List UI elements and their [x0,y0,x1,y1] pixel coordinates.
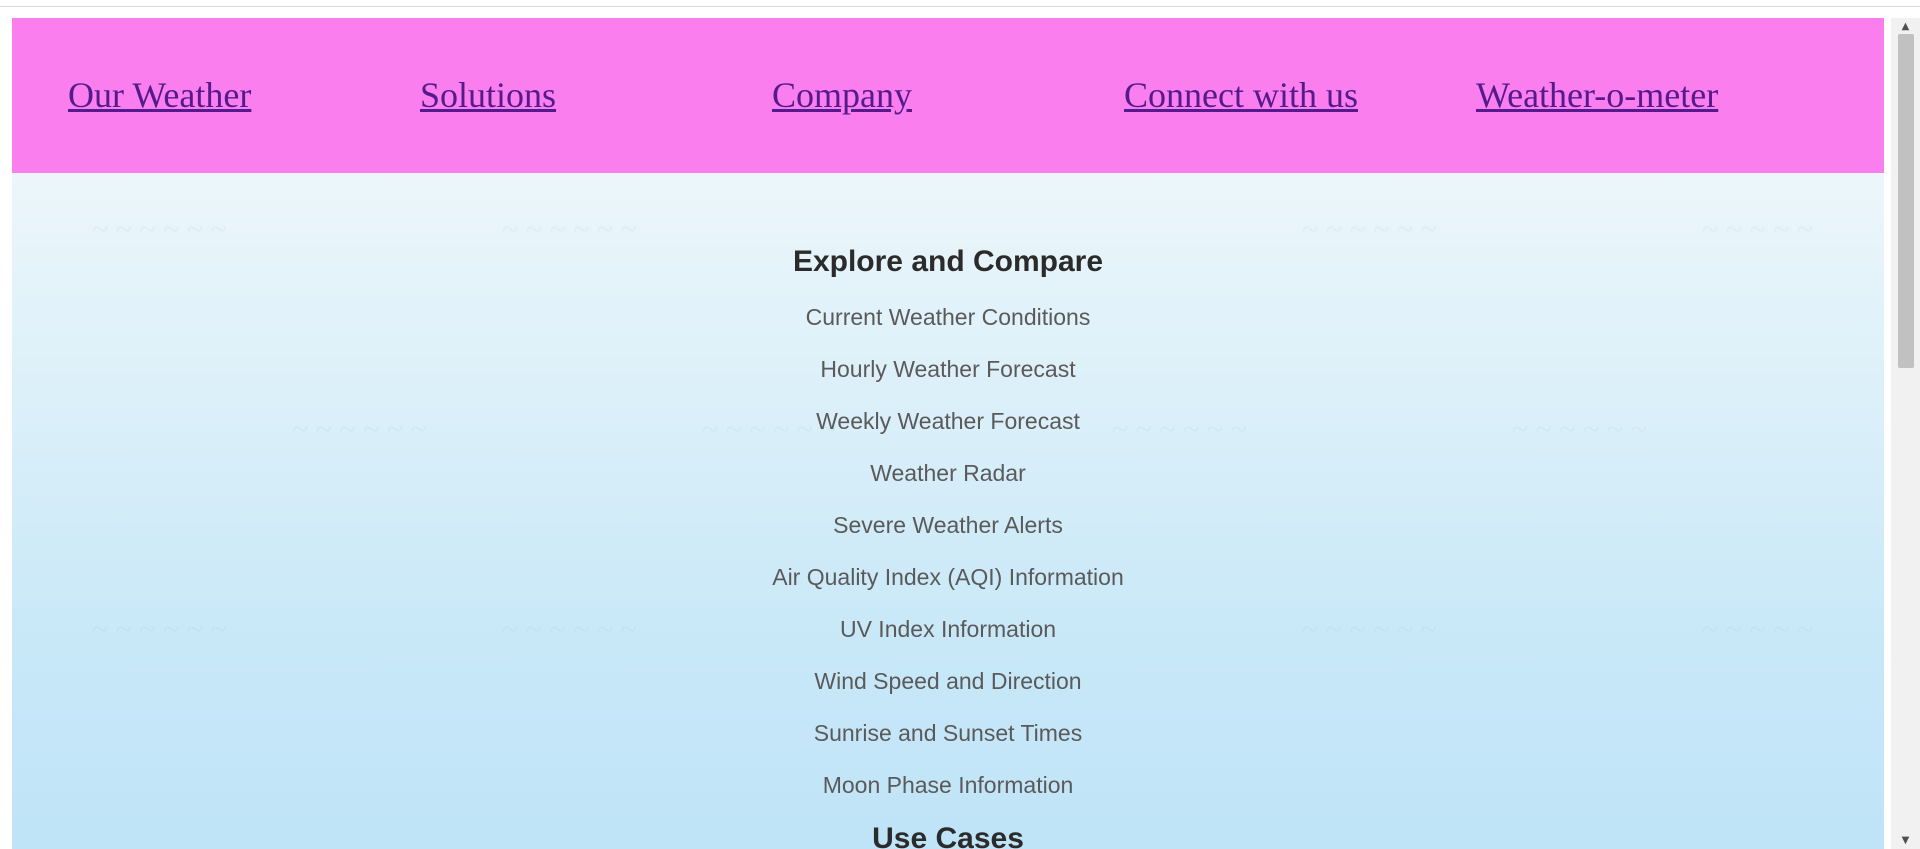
nav-link-weather-o-meter[interactable]: Weather-o-meter [1476,74,1718,116]
list-item-moon-phase-information[interactable]: Moon Phase Information [12,771,1884,823]
browser-top-edge [0,0,1920,7]
list-item-severe-weather-alerts[interactable]: Severe Weather Alerts [12,511,1884,563]
list-item-uv-index-information[interactable]: UV Index Information [12,615,1884,667]
list-item-air-quality-index[interactable]: Air Quality Index (AQI) Information [12,563,1884,615]
list-item-current-weather-conditions[interactable]: Current Weather Conditions [12,303,1884,355]
section-explore-and-compare: Explore and Compare Current Weather Cond… [12,173,1884,798]
list-item-weekly-weather-forecast[interactable]: Weekly Weather Forecast [12,407,1884,459]
section-title-explore-and-compare: Explore and Compare [792,245,1104,278]
scroll-down-arrow-icon[interactable]: ▼ [1891,832,1920,849]
main-content: Explore and Compare Current Weather Cond… [12,173,1884,849]
nav-link-our-weather[interactable]: Our Weather [68,74,251,116]
list-item-hourly-weather-forecast[interactable]: Hourly Weather Forecast [12,355,1884,407]
list-item-sunrise-and-sunset-times[interactable]: Sunrise and Sunset Times [12,719,1884,771]
nav-link-solutions[interactable]: Solutions [420,74,556,116]
scrollbar-thumb[interactable] [1898,34,1914,368]
section-use-cases: Use Cases [12,821,1884,849]
list-item-weather-radar[interactable]: Weather Radar [12,459,1884,511]
scroll-up-arrow-icon[interactable]: ▲ [1891,18,1920,35]
page-viewport: ~ ~ ~ ~ ~ ~ ~ ~ ~ ~ ~ ~ ~ ~ ~ ~ ~ ~ ~ ~ … [12,18,1884,849]
vertical-scrollbar[interactable]: ▲ ▼ [1891,18,1920,849]
list-item-wind-speed-and-direction[interactable]: Wind Speed and Direction [12,667,1884,719]
nav-link-connect-with-us[interactable]: Connect with us [1124,74,1358,116]
nav-link-company[interactable]: Company [772,74,912,116]
section-title-use-cases: Use Cases [872,822,1024,849]
top-navbar: Our Weather Solutions Company Connect wi… [12,18,1884,173]
